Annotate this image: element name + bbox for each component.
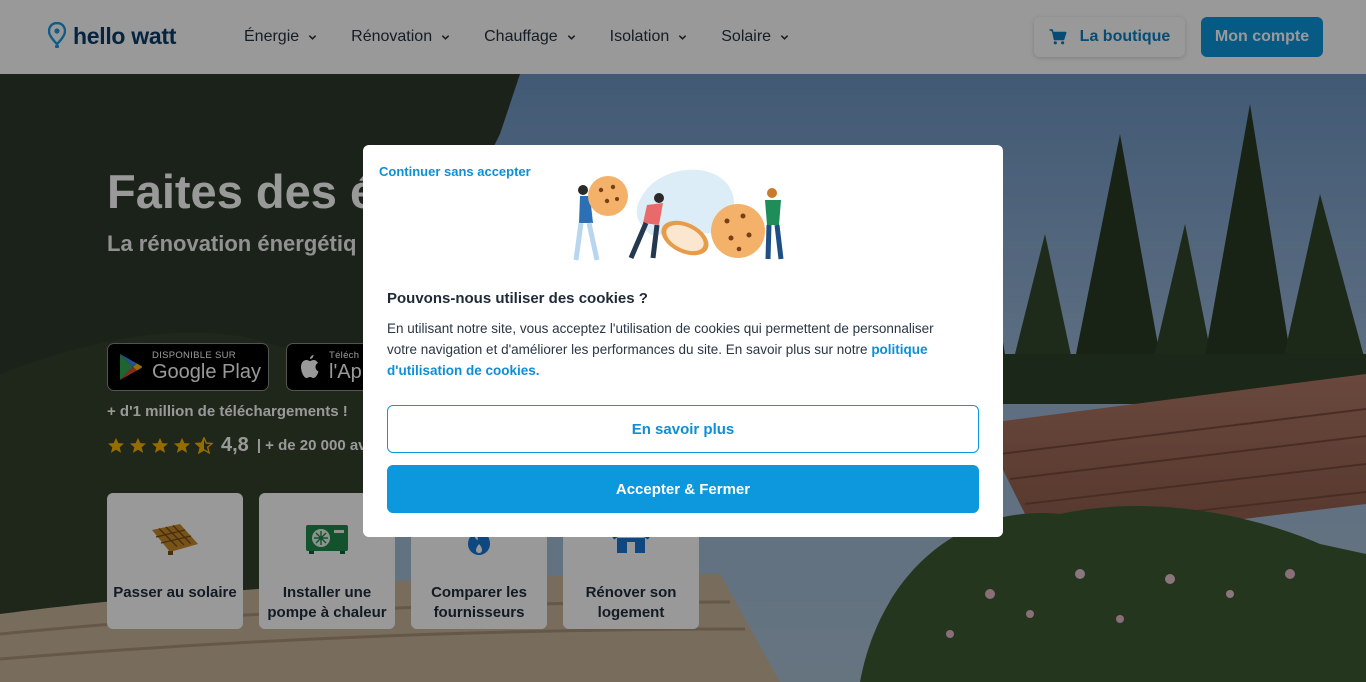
cookie-modal-title: Pouvons-nous utiliser des cookies ? [387,290,648,307]
cookies-illustration [573,169,784,261]
continue-without-accepting-link[interactable]: Continuer sans accepter [379,164,531,179]
cookie-consent-modal: Continuer sans accepter Pouvons-nous uti… [363,145,1003,537]
accept-and-close-button[interactable]: Accepter & Fermer [387,465,979,513]
cookie-modal-text: En utilisant notre site, vous acceptez l… [387,318,967,381]
cookie-body-text: En utilisant notre site, vous acceptez l… [387,321,934,357]
learn-more-button[interactable]: En savoir plus [387,405,979,453]
